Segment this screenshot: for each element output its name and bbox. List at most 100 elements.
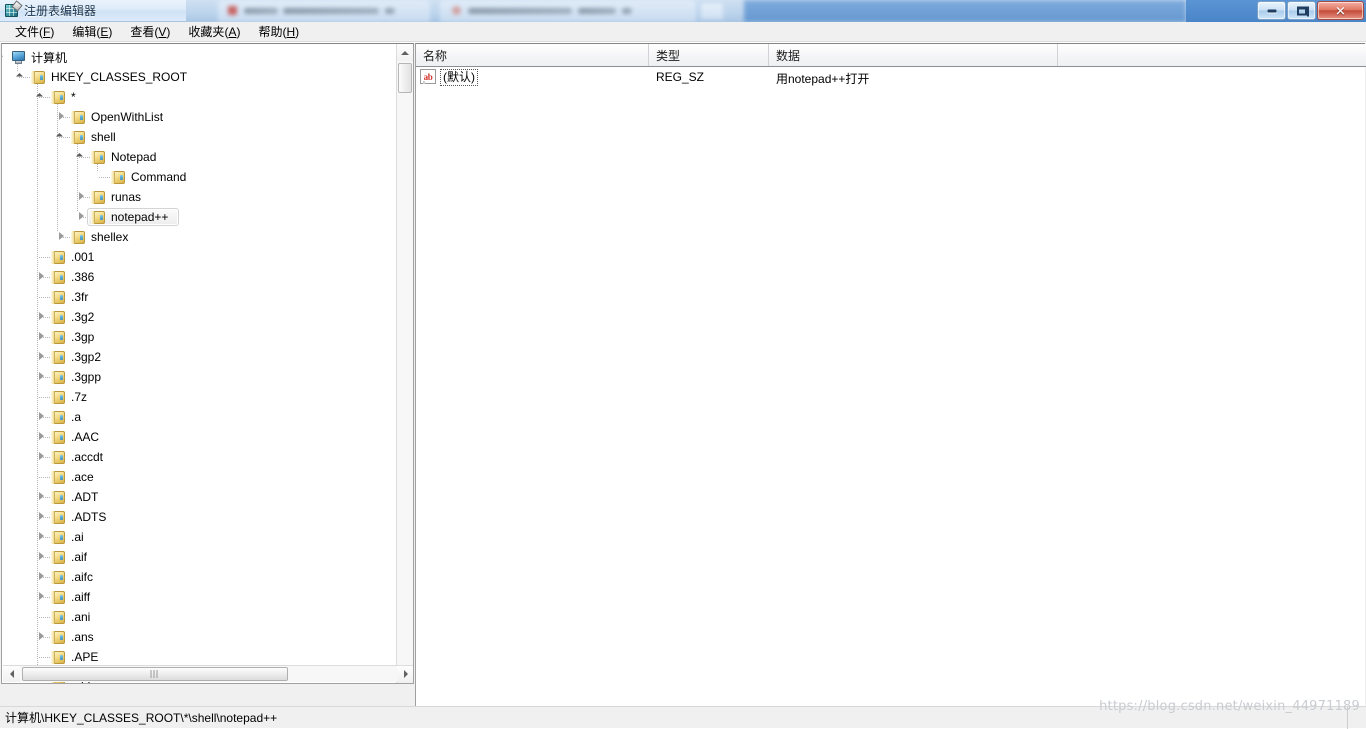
tree-vertical-scrollbar[interactable]	[396, 44, 413, 683]
tree-expand-arrow-icon[interactable]	[36, 310, 49, 323]
tree-item[interactable]: .ace	[2, 467, 398, 487]
tree-item[interactable]: .APE	[2, 647, 398, 667]
tree-expand-arrow-icon[interactable]	[36, 510, 49, 523]
menu-view-label: 查看	[130, 25, 154, 39]
restore-button[interactable]	[1287, 1, 1316, 20]
menu-file-accel: F	[43, 25, 50, 39]
status-path: 计算机\HKEY_CLASSES_ROOT\*\shell\notepad++	[5, 709, 277, 726]
scroll-left-button[interactable]	[3, 666, 20, 682]
tree-expand-arrow-icon[interactable]	[36, 630, 49, 643]
tree-item[interactable]: shellex	[2, 227, 398, 247]
tree-item[interactable]: .aifc	[2, 567, 398, 587]
tree-item-label: .a	[71, 410, 81, 424]
tree-hscroll-thumb[interactable]	[22, 667, 288, 681]
key-folder-icon	[70, 130, 86, 145]
column-header-name[interactable]: 名称	[416, 44, 649, 66]
tree-expand-arrow-icon[interactable]	[36, 370, 49, 383]
minimize-button[interactable]	[1257, 1, 1286, 20]
tree-item[interactable]: .7z	[2, 387, 398, 407]
tree-item[interactable]: .ani	[2, 607, 398, 627]
tree-expand-arrow-icon[interactable]	[76, 190, 89, 203]
tree-connector	[39, 397, 50, 398]
key-folder-icon	[50, 570, 66, 585]
tree-collapse-arrow-icon[interactable]	[16, 70, 29, 83]
tree-expand-arrow-icon[interactable]	[36, 350, 49, 363]
key-folder-icon	[50, 310, 66, 325]
close-button[interactable]: ✕	[1317, 1, 1364, 20]
tree-item[interactable]: .ai	[2, 527, 398, 547]
tree-item[interactable]: Command	[2, 167, 398, 187]
tree-item[interactable]: 计算机	[2, 47, 398, 67]
tree-item[interactable]: .3gp2	[2, 347, 398, 367]
tree-expand-arrow-icon[interactable]	[36, 450, 49, 463]
tree-item[interactable]: runas	[2, 187, 398, 207]
tree-item[interactable]: .aif	[2, 547, 398, 567]
menu-favorites-label: 收藏夹	[188, 25, 224, 39]
menu-file[interactable]: 文件(F)	[6, 21, 63, 42]
tree-expand-arrow-icon[interactable]	[36, 550, 49, 563]
tree-item[interactable]: .3fr	[2, 287, 398, 307]
minimize-icon	[1267, 9, 1276, 12]
menu-edit[interactable]: 编辑(E)	[63, 21, 121, 42]
tree-item[interactable]: .ADT	[2, 487, 398, 507]
menu-view[interactable]: 查看(V)	[121, 21, 179, 42]
tree-expand-arrow-icon[interactable]	[36, 530, 49, 543]
values-list-rows: ab (默认) REG_SZ 用notepad++打开	[416, 67, 1366, 707]
tree-expand-arrow-icon[interactable]	[36, 590, 49, 603]
tree-expand-arrow-icon[interactable]	[36, 490, 49, 503]
title-bar[interactable]: 注册表编辑器 ✕	[0, 0, 1366, 22]
menu-favorites[interactable]: 收藏夹(A)	[179, 21, 249, 42]
key-folder-icon	[50, 250, 66, 265]
tree-expand-arrow-icon[interactable]	[56, 110, 69, 123]
tree-item[interactable]: shell	[2, 127, 398, 147]
tree-item[interactable]: .aiff	[2, 587, 398, 607]
tree-connector	[39, 657, 50, 658]
tree-collapse-arrow-icon[interactable]	[2, 50, 9, 63]
tree-item[interactable]: .ans	[2, 627, 398, 647]
tree-expand-arrow-icon[interactable]	[36, 270, 49, 283]
tree-item[interactable]: *	[2, 87, 398, 107]
tree-item[interactable]: .accdt	[2, 447, 398, 467]
menu-edit-accel: E	[100, 25, 108, 39]
tree-item[interactable]: Notepad	[2, 147, 398, 167]
registry-tree: 计算机HKEY_CLASSES_ROOT*OpenWithListshellNo…	[2, 44, 398, 683]
menu-help[interactable]: 帮助(H)	[249, 21, 308, 42]
tree-connector	[99, 177, 110, 178]
tree-horizontal-scrollbar[interactable]	[3, 665, 414, 682]
key-folder-icon	[50, 430, 66, 445]
tree-expand-arrow-icon[interactable]	[36, 330, 49, 343]
tree-vscroll-thumb[interactable]	[398, 63, 412, 93]
tree-item[interactable]: OpenWithList	[2, 107, 398, 127]
key-folder-icon	[90, 210, 106, 225]
tree-collapse-arrow-icon[interactable]	[56, 130, 69, 143]
tree-item[interactable]: .3gp	[2, 327, 398, 347]
key-folder-icon	[50, 610, 66, 625]
tree-item[interactable]: HKEY_CLASSES_ROOT	[2, 67, 398, 87]
tree-expand-arrow-icon[interactable]	[56, 230, 69, 243]
key-folder-icon	[50, 370, 66, 385]
column-header-data[interactable]: 数据	[769, 44, 1058, 66]
registry-editor-icon	[4, 3, 20, 19]
tree-item[interactable]: .3gpp	[2, 367, 398, 387]
column-header-name-label: 名称	[423, 47, 447, 64]
tree-item[interactable]: .AAC	[2, 427, 398, 447]
tree-item-label: .3gp2	[71, 350, 101, 364]
tree-item-label: .ani	[71, 610, 90, 624]
tree-item[interactable]: .ADTS	[2, 507, 398, 527]
tree-expand-arrow-icon[interactable]	[36, 570, 49, 583]
tree-item[interactable]: .a	[2, 407, 398, 427]
tree-collapse-arrow-icon[interactable]	[36, 90, 49, 103]
table-row[interactable]: ab (默认) REG_SZ 用notepad++打开	[416, 67, 1366, 88]
tree-item[interactable]: .386	[2, 267, 398, 287]
scroll-right-button[interactable]	[397, 666, 414, 682]
tree-item[interactable]: .3g2	[2, 307, 398, 327]
scroll-up-button[interactable]	[397, 44, 413, 61]
column-header-data-label: 数据	[776, 47, 800, 64]
tree-expand-arrow-icon[interactable]	[36, 410, 49, 423]
menu-favorites-accel: A	[228, 25, 236, 39]
tree-collapse-arrow-icon[interactable]	[76, 150, 89, 163]
tree-expand-arrow-icon[interactable]	[36, 430, 49, 443]
column-header-type[interactable]: 类型	[649, 44, 769, 66]
tree-item[interactable]: .001	[2, 247, 398, 267]
tree-item-selected[interactable]: notepad++	[2, 207, 398, 227]
